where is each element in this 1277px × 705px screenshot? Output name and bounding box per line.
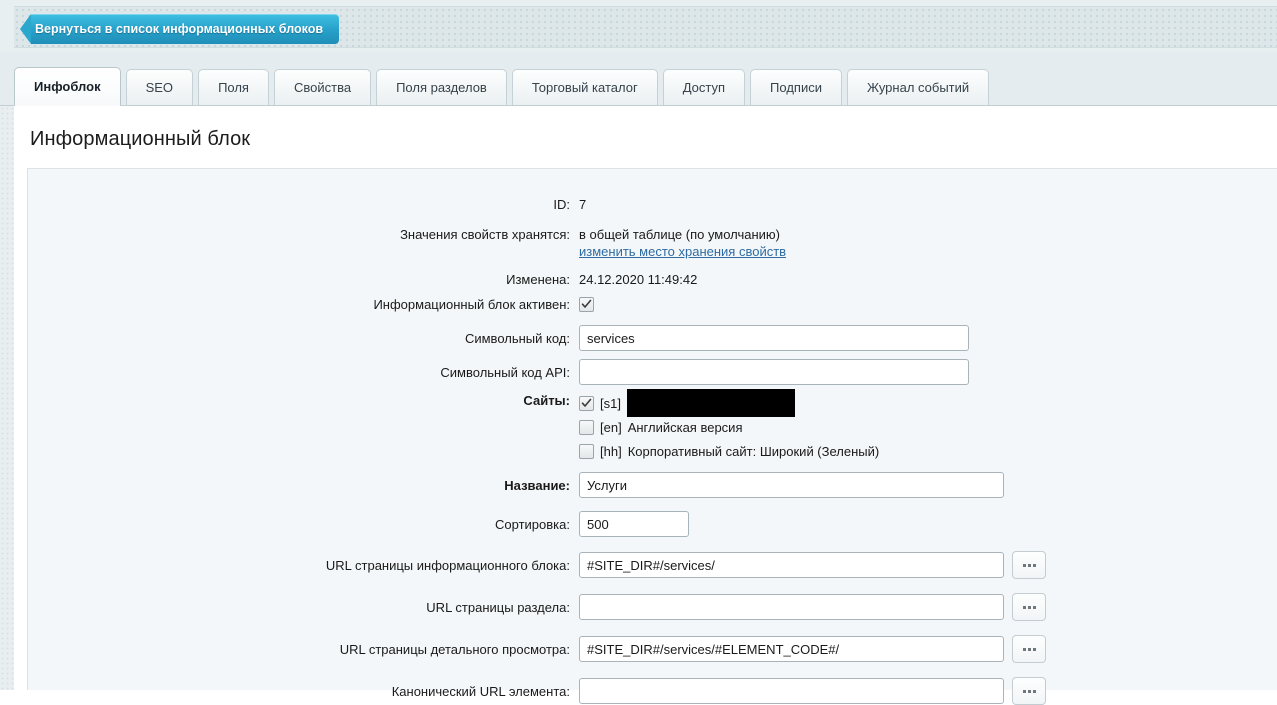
back-arrow-icon xyxy=(20,14,31,44)
url-detail-browse-button[interactable] xyxy=(1012,635,1046,663)
tab-fields[interactable]: Поля xyxy=(198,69,269,105)
url-detail-input[interactable] xyxy=(579,636,1004,662)
tab-infoblock[interactable]: Инфоблок xyxy=(14,67,121,106)
tab-signatures[interactable]: Подписи xyxy=(750,69,842,105)
back-button-body[interactable]: Вернуться в список информационных блоков xyxy=(31,14,340,44)
name-label: Название: xyxy=(504,477,570,493)
row-sort: Сортировка: xyxy=(28,511,689,537)
tab-event-log[interactable]: Журнал событий xyxy=(846,69,990,105)
row-modified: Изменена: 24.12.2020 11:49:42 xyxy=(28,272,697,287)
row-name: Название: xyxy=(28,472,1004,498)
storage-value: в общей таблице (по умолчанию) xyxy=(579,227,781,242)
site-code-s1: [s1] xyxy=(600,395,621,411)
api-code-input[interactable] xyxy=(579,359,969,385)
tab-label: Торговый каталог xyxy=(531,80,638,95)
url-section-browse-button[interactable] xyxy=(1012,593,1046,621)
row-url-infoblock: URL страницы информационного блока: xyxy=(28,551,1046,579)
sites-label: Сайты: xyxy=(523,393,570,408)
url-canonical-label: Канонический URL элемента: xyxy=(391,683,570,699)
url-canonical-browse-button[interactable] xyxy=(1012,677,1046,705)
url-section-input[interactable] xyxy=(579,594,1004,620)
tab-trade-catalog[interactable]: Торговый каталог xyxy=(511,69,658,105)
url-section-label: URL страницы раздела: xyxy=(426,599,570,615)
sort-input[interactable] xyxy=(579,511,689,537)
top-toolbar: Вернуться в список информационных блоков xyxy=(0,0,1277,52)
url-infoblock-browse-button[interactable] xyxy=(1012,551,1046,579)
tab-properties[interactable]: Свойства xyxy=(273,69,372,105)
site-item-en[interactable]: [en] Английская версия xyxy=(579,417,879,437)
tab-label: Журнал событий xyxy=(866,80,970,95)
page-body: Информационный блок ID: 7 Значения свойс… xyxy=(0,106,1277,705)
row-symbolic-code: Символьный код: xyxy=(28,325,969,351)
tab-label: Поля разделов xyxy=(396,80,487,95)
url-detail-label: URL страницы детального просмотра: xyxy=(339,641,570,657)
row-active: Информационный блок активен: xyxy=(28,297,594,312)
site-name-en: Английская версия xyxy=(627,419,743,435)
modified-label: Изменена: xyxy=(506,272,570,287)
active-label: Информационный блок активен: xyxy=(373,297,570,312)
site-item-s1[interactable]: [s1] xyxy=(579,389,879,417)
tab-seo[interactable]: SEO xyxy=(125,69,194,105)
tab-label: Поля xyxy=(218,80,249,95)
site-name-redacted-s1 xyxy=(626,389,795,417)
id-label: ID: xyxy=(553,197,570,212)
row-url-detail: URL страницы детального просмотра: xyxy=(28,635,1046,663)
site-name-hh: Корпоративный сайт: Широкий (Зеленый) xyxy=(627,443,880,459)
tab-label: Свойства xyxy=(293,80,352,95)
tab-access[interactable]: Доступ xyxy=(662,69,746,105)
name-input[interactable] xyxy=(579,472,1004,498)
row-url-section: URL страницы раздела: xyxy=(28,593,1046,621)
site-checkbox-hh[interactable] xyxy=(579,443,594,459)
left-gutter xyxy=(0,106,14,690)
tab-bar: Инфоблок SEO Поля Свойства Поля разделов… xyxy=(0,52,1277,106)
tab-label: Инфоблок xyxy=(34,79,101,94)
tab-label: SEO xyxy=(145,80,174,95)
tab-row: Инфоблок SEO Поля Свойства Поля разделов… xyxy=(14,67,994,106)
tab-label: Подписи xyxy=(770,80,822,95)
storage-label: Значения свойств хранятся: xyxy=(400,227,570,242)
back-to-infoblock-list-button[interactable]: Вернуться в список информационных блоков xyxy=(20,14,340,44)
modified-value: 24.12.2020 11:49:42 xyxy=(579,272,698,287)
site-code-en: [en] xyxy=(600,419,622,435)
symbolic-code-input[interactable] xyxy=(579,325,969,351)
site-checkbox-s1[interactable] xyxy=(579,395,594,411)
tab-label: Доступ xyxy=(682,80,726,95)
site-checkbox-en[interactable] xyxy=(579,419,594,435)
back-button-label: Вернуться в список информационных блоков xyxy=(35,22,324,36)
row-id: ID: 7 xyxy=(28,197,586,212)
site-code-hh: [hh] xyxy=(600,443,622,459)
row-sites: Сайты: [s1] [en] Английская версия [hh] xyxy=(28,389,879,461)
api-code-label: Символьный код API: xyxy=(440,364,570,380)
url-canonical-input[interactable] xyxy=(579,678,1004,704)
url-infoblock-input[interactable] xyxy=(579,552,1004,578)
row-property-storage: Значения свойств хранятся: в общей табли… xyxy=(28,227,786,259)
url-infoblock-label: URL страницы информационного блока: xyxy=(325,557,570,573)
row-api-code: Символьный код API: xyxy=(28,359,969,385)
sort-label: Сортировка: xyxy=(495,516,570,532)
change-storage-link[interactable]: изменить место хранения свойств xyxy=(579,244,786,259)
tab-section-fields[interactable]: Поля разделов xyxy=(376,69,507,105)
active-checkbox[interactable] xyxy=(579,297,594,312)
infoblock-form-panel: ID: 7 Значения свойств хранятся: в общей… xyxy=(27,168,1277,705)
row-url-canonical: Канонический URL элемента: xyxy=(28,677,1046,705)
site-item-hh[interactable]: [hh] Корпоративный сайт: Широкий (Зелены… xyxy=(579,441,879,461)
page-title: Информационный блок xyxy=(30,128,251,150)
code-label: Символьный код: xyxy=(464,330,570,346)
id-value: 7 xyxy=(579,197,587,212)
